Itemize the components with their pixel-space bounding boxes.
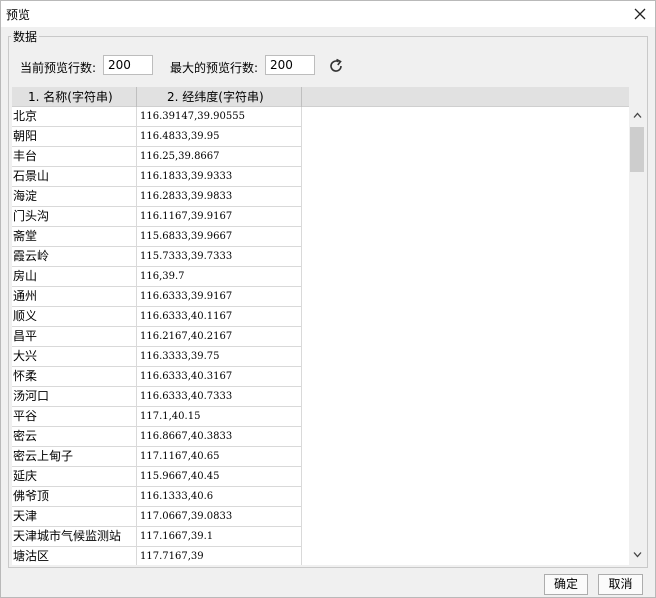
- cell-name[interactable]: 汤河口: [12, 387, 137, 407]
- current-rows-label: 当前预览行数:: [20, 61, 97, 75]
- cell-coords[interactable]: 116.3333,39.75: [137, 347, 302, 367]
- cell-coords[interactable]: 117.1167,40.65: [137, 447, 302, 467]
- cell-coords[interactable]: 115.6833,39.9667: [137, 227, 302, 247]
- table-row[interactable]: 汤河口 116.6333,40.7333: [12, 387, 629, 407]
- cell-name[interactable]: 斋堂: [12, 227, 137, 247]
- cell-coords[interactable]: 116.39147,39.90555: [137, 107, 302, 127]
- cell-name[interactable]: 门头沟: [12, 207, 137, 227]
- cell-coords[interactable]: 116.1833,39.9333: [137, 167, 302, 187]
- cell-name[interactable]: 密云上甸子: [12, 447, 137, 467]
- max-rows-input[interactable]: [265, 55, 315, 75]
- refresh-button[interactable]: [327, 57, 345, 75]
- cell-name[interactable]: 霞云岭: [12, 247, 137, 267]
- scrollbar-track[interactable]: [629, 107, 646, 552]
- table-row[interactable]: 怀柔 116.6333,40.3167: [12, 367, 629, 387]
- close-icon: [634, 8, 646, 20]
- column-header-name[interactable]: 1. 名称(字符串): [12, 87, 137, 107]
- cell-name[interactable]: 天津: [12, 507, 137, 527]
- table-row[interactable]: 北京 116.39147,39.90555: [12, 107, 629, 127]
- data-group-label: 数据: [11, 28, 40, 45]
- cell-coords[interactable]: 117.7167,39: [137, 547, 302, 565]
- table-row[interactable]: 通州 116.6333,39.9167: [12, 287, 629, 307]
- cell-name[interactable]: 北京: [12, 107, 137, 127]
- refresh-icon: [330, 58, 342, 72]
- table-row[interactable]: 密云 116.8667,40.3833: [12, 427, 629, 447]
- max-rows-label: 最大的预览行数:: [170, 61, 259, 75]
- table-row[interactable]: 佛爷顶 116.1333,40.6: [12, 487, 629, 507]
- table-row[interactable]: 门头沟 116.1167,39.9167: [12, 207, 629, 227]
- cell-coords[interactable]: 116.2833,39.9833: [137, 187, 302, 207]
- cell-name[interactable]: 大兴: [12, 347, 137, 367]
- cell-name[interactable]: 石景山: [12, 167, 137, 187]
- cell-name[interactable]: 平谷: [12, 407, 137, 427]
- current-rows-input[interactable]: [103, 55, 153, 75]
- table-row[interactable]: 大兴 116.3333,39.75: [12, 347, 629, 367]
- table-row[interactable]: 平谷 117.1,40.15: [12, 407, 629, 427]
- cell-coords[interactable]: 116.1333,40.6: [137, 487, 302, 507]
- cell-name[interactable]: 丰台: [12, 147, 137, 167]
- table-body: 北京 116.39147,39.90555 朝阳 116.4833,39.95 丰台 11…: [12, 107, 629, 565]
- cell-name[interactable]: 延庆: [12, 467, 137, 487]
- cell-coords[interactable]: 116.6333,40.1167: [137, 307, 302, 327]
- table-row[interactable]: 房山 116,39.7: [12, 267, 629, 287]
- scrollbar-thumb[interactable]: [630, 127, 644, 172]
- cell-name[interactable]: 佛爷顶: [12, 487, 137, 507]
- preview-dialog: 预览 数据 当前预览行数: 最大的预览行数: 1. 名称(字符串) 2. 经纬度…: [0, 0, 656, 598]
- cell-name[interactable]: 朝阳: [12, 127, 137, 147]
- ok-button[interactable]: 确定: [544, 574, 588, 595]
- cell-name[interactable]: 昌平: [12, 327, 137, 347]
- table-row[interactable]: 天津 117.0667,39.0833: [12, 507, 629, 527]
- cell-coords[interactable]: 116.25,39.8667: [137, 147, 302, 167]
- cell-name[interactable]: 塘沽区: [12, 547, 137, 565]
- cell-name[interactable]: 怀柔: [12, 367, 137, 387]
- cell-coords[interactable]: 116.6333,39.9167: [137, 287, 302, 307]
- cell-coords[interactable]: 116,39.7: [137, 267, 302, 287]
- cell-coords[interactable]: 115.9667,40.45: [137, 467, 302, 487]
- vertical-scrollbar[interactable]: [629, 87, 646, 565]
- cell-coords[interactable]: 116.2167,40.2167: [137, 327, 302, 347]
- cell-coords[interactable]: 117.1,40.15: [137, 407, 302, 427]
- cell-coords[interactable]: 117.1667,39.1: [137, 527, 302, 547]
- table-row[interactable]: 天津城市气候监测站 117.1667,39.1: [12, 527, 629, 547]
- table-row[interactable]: 延庆 115.9667,40.45: [12, 467, 629, 487]
- close-button[interactable]: [629, 3, 651, 25]
- scroll-down-icon[interactable]: [633, 550, 642, 559]
- cell-name[interactable]: 房山: [12, 267, 137, 287]
- cell-coords[interactable]: 117.0667,39.0833: [137, 507, 302, 527]
- cell-coords[interactable]: 115.7333,39.7333: [137, 247, 302, 267]
- table-row[interactable]: 密云上甸子 117.1167,40.65: [12, 447, 629, 467]
- table-row[interactable]: 丰台 116.25,39.8667: [12, 147, 629, 167]
- cell-coords[interactable]: 116.4833,39.95: [137, 127, 302, 147]
- table-row[interactable]: 塘沽区 117.7167,39: [12, 547, 629, 565]
- cell-name[interactable]: 海淀: [12, 187, 137, 207]
- preview-table: 1. 名称(字符串) 2. 经纬度(字符串) 北京 116.39147,39.90…: [12, 87, 629, 565]
- cell-name[interactable]: 密云: [12, 427, 137, 447]
- cell-coords[interactable]: 116.1167,39.9167: [137, 207, 302, 227]
- scroll-up-icon[interactable]: [633, 111, 642, 120]
- cell-coords[interactable]: 116.6333,40.3167: [137, 367, 302, 387]
- cell-coords[interactable]: 116.8667,40.3833: [137, 427, 302, 447]
- cell-coords[interactable]: 116.6333,40.7333: [137, 387, 302, 407]
- table-row[interactable]: 霞云岭 115.7333,39.7333: [12, 247, 629, 267]
- table-row[interactable]: 石景山 116.1833,39.9333: [12, 167, 629, 187]
- table-row[interactable]: 斋堂 115.6833,39.9667: [12, 227, 629, 247]
- window-title: 预览: [6, 8, 31, 22]
- table-row[interactable]: 海淀 116.2833,39.9833: [12, 187, 629, 207]
- table-row[interactable]: 顺义 116.6333,40.1167: [12, 307, 629, 327]
- cancel-button[interactable]: 取消: [598, 574, 643, 595]
- cell-name[interactable]: 顺义: [12, 307, 137, 327]
- column-header-coords[interactable]: 2. 经纬度(字符串): [137, 87, 302, 107]
- table-row[interactable]: 朝阳 116.4833,39.95: [12, 127, 629, 147]
- table-row[interactable]: 昌平 116.2167,40.2167: [12, 327, 629, 347]
- title-bar: 预览: [1, 1, 655, 27]
- cell-name[interactable]: 天津城市气候监测站: [12, 527, 137, 547]
- cell-name[interactable]: 通州: [12, 287, 137, 307]
- table-header: 1. 名称(字符串) 2. 经纬度(字符串): [12, 87, 629, 107]
